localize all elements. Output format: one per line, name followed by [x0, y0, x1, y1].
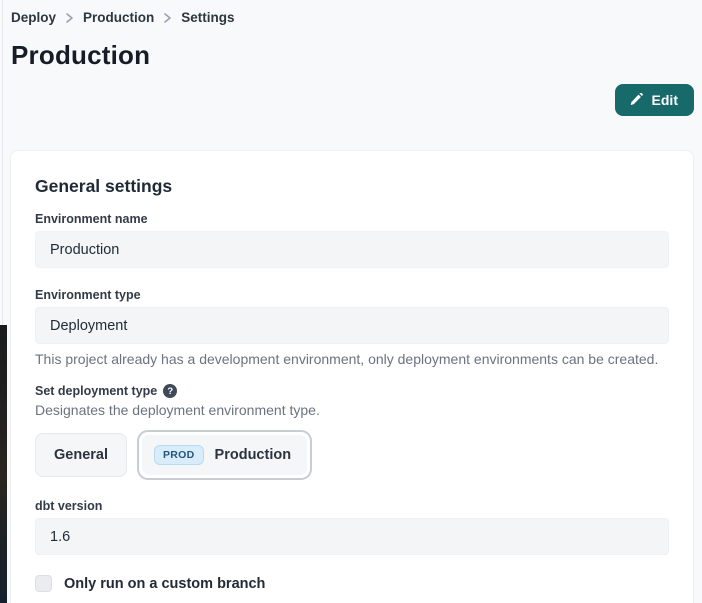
deployment-type-label: Set deployment type — [35, 384, 157, 398]
deployment-type-option-production[interactable]: PROD Production — [137, 430, 312, 480]
edit-pencil-icon — [629, 93, 644, 108]
custom-branch-label: Only run on a custom branch — [64, 576, 265, 592]
environment-name-label: Environment name — [35, 212, 669, 226]
edit-button-label: Edit — [652, 92, 678, 108]
breadcrumb-production[interactable]: Production — [83, 10, 154, 25]
custom-branch-row: Only run on a custom branch — [35, 575, 669, 592]
chevron-right-icon — [65, 12, 74, 24]
settings-page: Deploy Production Settings Production Ed… — [0, 0, 702, 603]
deployment-type-helper: Designates the deployment environment ty… — [35, 402, 669, 418]
page-title: Production — [11, 40, 702, 71]
breadcrumb-deploy[interactable]: Deploy — [11, 10, 56, 25]
environment-name-input[interactable] — [35, 231, 669, 268]
dbt-version-label: dbt version — [35, 499, 669, 513]
prod-badge: PROD — [154, 445, 204, 465]
deployment-type-options: General PROD Production — [35, 428, 669, 482]
environment-type-helper: This project already has a development e… — [35, 351, 669, 367]
breadcrumb: Deploy Production Settings — [0, 0, 702, 25]
general-settings-card: General settings Environment name Enviro… — [10, 150, 694, 603]
deployment-type-option-general[interactable]: General — [35, 433, 127, 477]
deployment-type-label-row: Set deployment type ? — [35, 384, 669, 398]
card-heading: General settings — [35, 176, 669, 197]
deployment-type-option-production-inner: PROD Production — [142, 435, 307, 475]
edit-button[interactable]: Edit — [615, 84, 694, 116]
help-question-icon[interactable]: ? — [163, 384, 177, 398]
background-window-sliver — [0, 325, 7, 603]
dbt-version-input[interactable] — [35, 518, 669, 555]
environment-type-label: Environment type — [35, 288, 669, 302]
production-option-label: Production — [215, 447, 292, 463]
breadcrumb-settings: Settings — [181, 10, 234, 25]
chevron-right-icon — [163, 12, 172, 24]
window-edge-line — [2, 0, 3, 325]
custom-branch-checkbox[interactable] — [35, 575, 52, 592]
environment-type-input[interactable] — [35, 307, 669, 344]
